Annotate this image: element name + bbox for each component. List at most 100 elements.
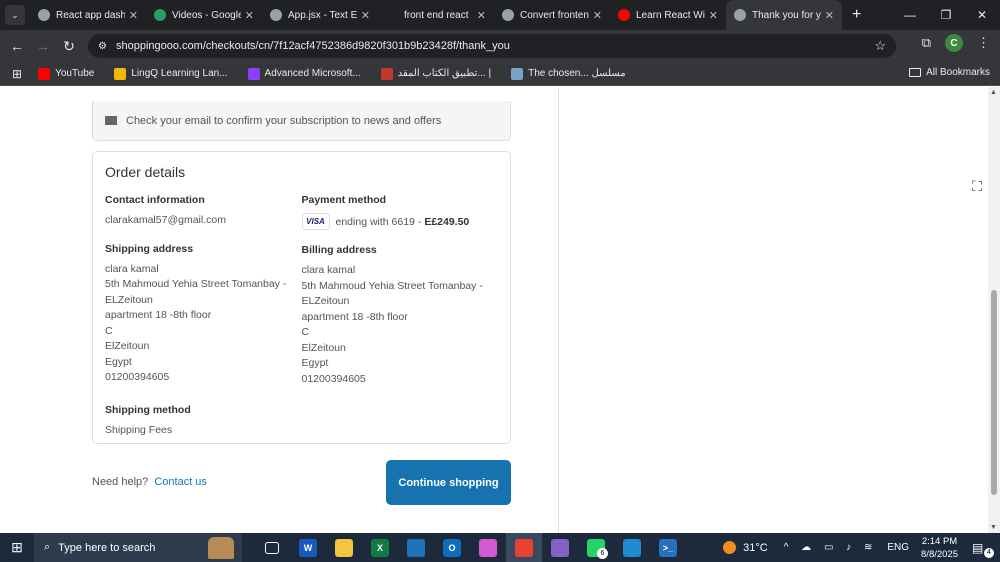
shipping-address: clara kamal 5th Mahmoud Yehia Street Toma…: [105, 262, 302, 386]
order-details-card: Order details Contact information clarak…: [92, 151, 511, 444]
minimize-icon[interactable]: —: [892, 0, 928, 30]
weather-widget[interactable]: 31°C: [723, 541, 768, 554]
scroll-up-icon[interactable]: ▲: [990, 89, 997, 96]
bookmark-favicon-icon: [380, 67, 393, 80]
browser-menu-icon[interactable]: ⋮: [977, 35, 990, 51]
taskbar-app-task-view[interactable]: [254, 533, 290, 562]
browser-tab[interactable]: App.jsx - Text Ed ✕: [262, 0, 378, 30]
onedrive-icon: [407, 538, 425, 557]
payment-method-label: Payment method: [301, 194, 387, 206]
scroll-down-icon[interactable]: ▼: [990, 524, 997, 531]
bookmark-label: Advanced Microsoft...: [264, 68, 361, 79]
clock[interactable]: 2:14 PM 8/8/2025: [921, 535, 958, 561]
card-ending: ending with 6619 -: [335, 215, 422, 228]
scan-page-icon[interactable]: ⛶: [966, 175, 988, 197]
newsletter-notice: Check your email to confirm your subscri…: [92, 101, 511, 141]
bookmark-star-icon[interactable]: ☆: [874, 38, 886, 54]
taskbar-search[interactable]: ⌕ Type here to search: [34, 533, 242, 562]
bookmark-item[interactable]: Advanced Microsoft...: [247, 67, 361, 80]
browser-tab[interactable]: Thank you for yo ✕: [726, 0, 842, 30]
site-info-icon[interactable]: ⚙: [98, 41, 116, 52]
bookmark-label: تطبيق الكتاب المقد... |: [397, 68, 492, 79]
taskbar-app-whatsapp[interactable]: 6: [578, 533, 614, 562]
taskbar-app-powershell[interactable]: >_: [650, 533, 686, 562]
globe-icon: [502, 9, 514, 21]
close-tab-icon[interactable]: ✕: [709, 9, 718, 22]
restore-icon[interactable]: ❐: [928, 0, 964, 30]
contact-us-link[interactable]: Contact us: [154, 476, 207, 488]
address-line: 5th Mahmoud Yehia Street Tomanbay -: [105, 278, 287, 290]
notification-center-icon[interactable]: ▤ 4: [972, 541, 994, 558]
close-tab-icon[interactable]: ✕: [825, 9, 834, 22]
reload-icon[interactable]: ↻: [56, 38, 82, 55]
taskbar-app-file-explorer[interactable]: [326, 533, 362, 562]
taskbar-app-word[interactable]: W: [290, 533, 326, 562]
bookmark-item[interactable]: YouTube: [38, 67, 94, 80]
bookmark-favicon-icon: [247, 67, 260, 80]
file-icon: [270, 9, 282, 21]
scrollbar-thumb[interactable]: [991, 290, 997, 495]
word-icon: W: [299, 538, 317, 557]
extensions-icon[interactable]: ⧉: [922, 35, 931, 51]
taskbar-app-onedrive[interactable]: [398, 533, 434, 562]
browser-tab[interactable]: Learn React With ✕: [610, 0, 726, 30]
profile-avatar[interactable]: C: [945, 34, 963, 52]
taskbar-app-visual-studio[interactable]: [542, 533, 578, 562]
clock-date: 8/8/2025: [921, 548, 958, 560]
address-line: C: [301, 326, 310, 338]
shipping-address-label: Shipping address: [105, 242, 194, 255]
order-details-title: Order details: [105, 164, 186, 180]
windows-start-icon[interactable]: ⊞: [0, 539, 34, 556]
copilot-icon: [479, 538, 497, 557]
billing-address-label: Billing address: [301, 244, 377, 256]
close-tab-icon[interactable]: ✕: [245, 9, 254, 22]
tab-search-button[interactable]: ⌄: [5, 5, 25, 25]
search-placeholder: Type here to search: [58, 541, 156, 554]
bookmark-item[interactable]: تطبيق الكتاب المقد... |: [380, 67, 492, 80]
notification-count: 4: [984, 547, 994, 558]
close-tab-icon[interactable]: ✕: [129, 9, 138, 22]
order-summary-panel: [558, 87, 988, 533]
close-window-icon[interactable]: ✕: [964, 0, 1000, 30]
language-indicator[interactable]: ENG: [887, 542, 909, 553]
apps-grid-icon[interactable]: ⊞: [12, 67, 22, 81]
all-bookmarks-button[interactable]: All Bookmarks: [909, 67, 990, 78]
taskbar-app-chrome[interactable]: [506, 533, 542, 562]
tray-icons[interactable]: ^ ☁ ▭ ♪ ≋: [784, 542, 878, 553]
continue-shopping-button[interactable]: Continue shopping: [386, 460, 511, 505]
page-scrollbar[interactable]: ▲ ▼: [988, 87, 1000, 533]
bookmark-list: YouTube LingQ Learning Lan... Advanced Mic…: [38, 67, 646, 80]
app-badge: 6: [597, 548, 608, 559]
chatgpt-icon: [386, 9, 398, 21]
forward-icon[interactable]: →: [30, 38, 56, 54]
right-column: Payment method VISA ending with 6619 - E…: [301, 194, 499, 452]
new-tab-button[interactable]: +: [852, 6, 861, 24]
left-column: Contact information clarakamal57@gmail.c…: [105, 194, 302, 452]
taskbar-app-outlook[interactable]: O: [434, 533, 470, 562]
address-line: ElZeitoun: [301, 341, 346, 354]
close-tab-icon[interactable]: ✕: [593, 9, 602, 22]
url-text[interactable]: shoppingooo.com/checkouts/cn/7f12acf4752…: [116, 40, 874, 52]
tab-title: Convert frontend p: [520, 9, 589, 21]
address-line: C: [105, 324, 113, 337]
address-bar[interactable]: ⚙ shoppingooo.com/checkouts/cn/7f12acf47…: [88, 34, 896, 58]
address-line: 01200394605: [301, 372, 366, 385]
taskbar-app-copilot[interactable]: [470, 533, 506, 562]
browser-tab[interactable]: Videos - Google ✕: [146, 0, 262, 30]
back-icon[interactable]: ←: [4, 38, 30, 54]
browser-tab[interactable]: front end react ✕: [378, 0, 494, 30]
address-line: apartment 18 -8th floor: [105, 309, 212, 321]
close-tab-icon[interactable]: ✕: [361, 9, 370, 22]
bookmark-item[interactable]: LingQ Learning Lan...: [114, 67, 228, 80]
search-icon: ⌕: [44, 541, 51, 553]
bookmark-item[interactable]: The chosen... مسلسل: [511, 67, 626, 80]
window-controls: — ❐ ✕: [892, 0, 1000, 30]
address-line: 01200394605: [105, 371, 170, 383]
browser-tab[interactable]: React app dashb ✕: [30, 0, 146, 30]
close-tab-icon[interactable]: ✕: [477, 9, 486, 22]
browser-tab[interactable]: Convert frontend p ✕: [494, 0, 610, 30]
taskbar-app-vscode[interactable]: [614, 533, 650, 562]
taskbar-app-excel[interactable]: X: [362, 533, 398, 562]
visa-card-icon: VISA: [301, 213, 330, 230]
visual-studio-icon: [551, 538, 569, 557]
